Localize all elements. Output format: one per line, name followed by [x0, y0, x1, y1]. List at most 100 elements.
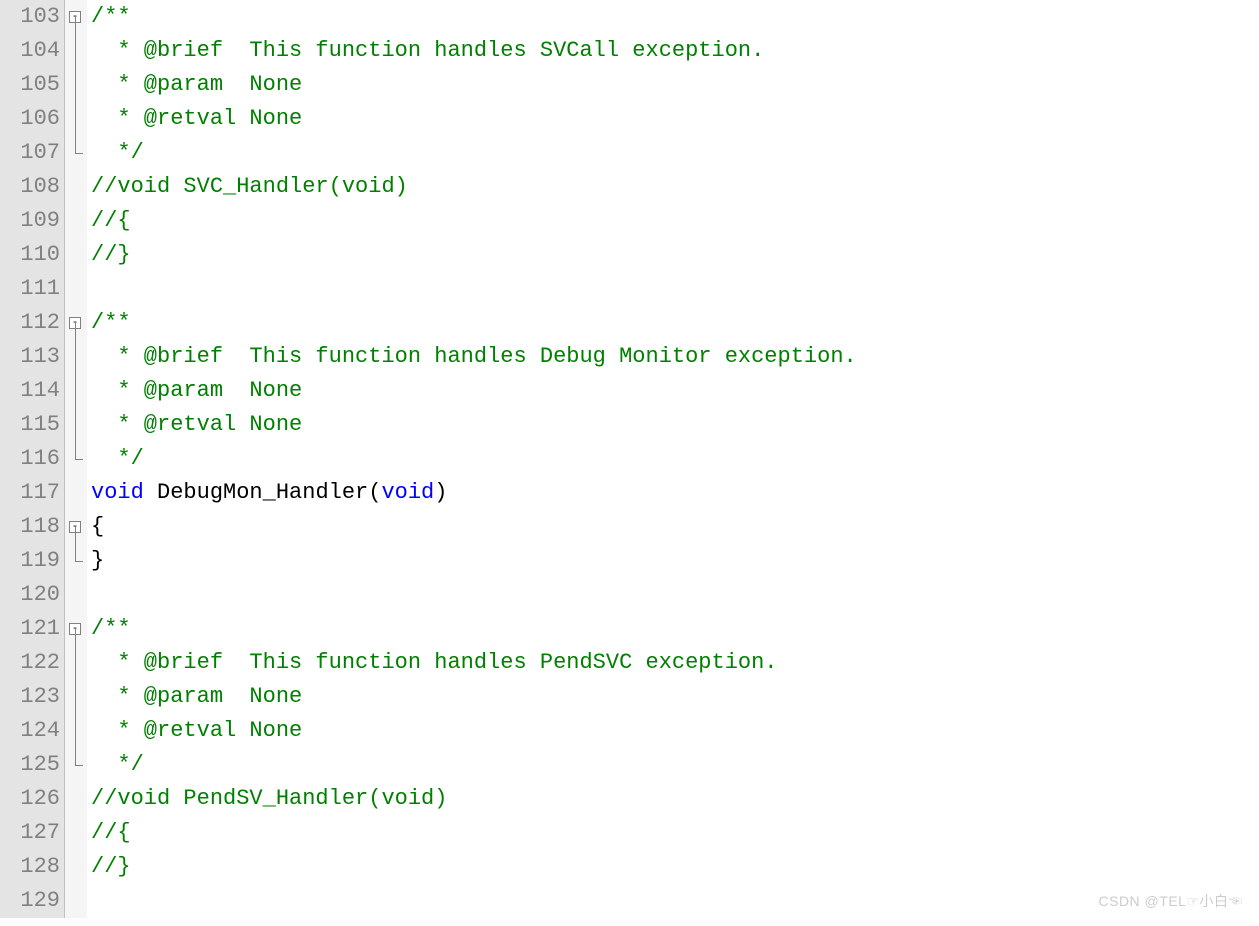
line-number: 116 [0, 442, 65, 476]
line-number: 129 [0, 884, 65, 918]
code-content[interactable]: //{ [87, 816, 131, 850]
fold-gutter[interactable]: - [65, 510, 87, 544]
code-token: * @retval None [91, 408, 302, 442]
line-number: 111 [0, 272, 65, 306]
fold-gutter [65, 714, 87, 748]
fold-gutter [65, 34, 87, 68]
code-line[interactable]: 103-/** [0, 0, 1259, 34]
code-line[interactable]: 129 [0, 884, 1259, 918]
fold-gutter [65, 544, 87, 578]
code-line[interactable]: 110 //} [0, 238, 1259, 272]
code-line[interactable]: 105 * @param None [0, 68, 1259, 102]
code-line[interactable]: 112-/** [0, 306, 1259, 340]
code-content[interactable]: */ [87, 136, 144, 170]
code-content[interactable]: * @param None [87, 68, 302, 102]
code-token: } [91, 544, 104, 578]
line-number: 127 [0, 816, 65, 850]
code-content[interactable] [87, 272, 91, 306]
code-content[interactable]: * @param None [87, 680, 302, 714]
fold-gutter [65, 374, 87, 408]
code-content[interactable] [87, 884, 91, 918]
code-line[interactable]: 124 * @retval None [0, 714, 1259, 748]
code-line[interactable]: 109 //{ [0, 204, 1259, 238]
code-line[interactable]: 121-/** [0, 612, 1259, 646]
code-line[interactable]: 128//} [0, 850, 1259, 884]
line-number: 122 [0, 646, 65, 680]
code-line[interactable]: 123 * @param None [0, 680, 1259, 714]
code-editor[interactable]: CSDN @TEL☞小白☜ 103-/**104 * @brief This f… [0, 0, 1259, 926]
code-line[interactable]: 116 */ [0, 442, 1259, 476]
line-number: 114 [0, 374, 65, 408]
code-line[interactable]: 113 * @brief This function handles Debug… [0, 340, 1259, 374]
code-line[interactable]: 104 * @brief This function handles SVCal… [0, 34, 1259, 68]
line-number: 109 [0, 204, 65, 238]
fold-gutter [65, 646, 87, 680]
code-line[interactable]: 118-{ [0, 510, 1259, 544]
code-token: { [91, 510, 104, 544]
code-line[interactable]: 126//void PendSV_Handler(void) [0, 782, 1259, 816]
code-line[interactable]: 119} [0, 544, 1259, 578]
fold-gutter [65, 238, 87, 272]
code-token: /** [91, 306, 131, 340]
line-number: 119 [0, 544, 65, 578]
code-content[interactable]: { [87, 510, 104, 544]
code-token: * @param None [91, 374, 302, 408]
code-content[interactable]: } [87, 544, 104, 578]
line-number: 123 [0, 680, 65, 714]
fold-gutter[interactable]: - [65, 306, 87, 340]
code-token: * @retval None [91, 714, 302, 748]
line-number: 113 [0, 340, 65, 374]
code-token: void [91, 476, 144, 510]
fold-gutter [65, 680, 87, 714]
code-content[interactable]: //} [87, 850, 131, 884]
line-number: 115 [0, 408, 65, 442]
fold-gutter[interactable]: - [65, 612, 87, 646]
code-token: * @param None [91, 68, 302, 102]
fold-gutter [65, 442, 87, 476]
code-content[interactable]: //void PendSV_Handler(void) [87, 782, 447, 816]
code-content[interactable]: //} [87, 238, 131, 272]
fold-gutter [65, 816, 87, 850]
code-content[interactable]: /** [87, 612, 131, 646]
fold-gutter [65, 578, 87, 612]
code-line[interactable]: 117void DebugMon_Handler(void) [0, 476, 1259, 510]
code-content[interactable] [87, 578, 91, 612]
code-content[interactable]: * @retval None [87, 408, 302, 442]
code-line[interactable]: 115 * @retval None [0, 408, 1259, 442]
code-content[interactable]: /** [87, 306, 131, 340]
code-line[interactable]: 111 [0, 272, 1259, 306]
fold-gutter [65, 170, 87, 204]
code-content[interactable]: */ [87, 442, 144, 476]
code-line[interactable]: 107 */ [0, 136, 1259, 170]
fold-gutter [65, 748, 87, 782]
fold-gutter[interactable]: - [65, 0, 87, 34]
code-content[interactable]: * @retval None [87, 102, 302, 136]
code-content[interactable]: /** [87, 0, 131, 34]
code-content[interactable]: * @brief This function handles SVCall ex… [87, 34, 764, 68]
fold-gutter [65, 340, 87, 374]
code-content[interactable]: //void SVC_Handler(void) [87, 170, 408, 204]
code-content[interactable]: * @brief This function handles PendSVC e… [87, 646, 778, 680]
code-content[interactable]: * @brief This function handles Debug Mon… [87, 340, 857, 374]
code-content[interactable]: */ [87, 748, 144, 782]
code-line[interactable]: 122 * @brief This function handles PendS… [0, 646, 1259, 680]
code-content[interactable]: * @param None [87, 374, 302, 408]
line-number: 107 [0, 136, 65, 170]
code-line[interactable]: 106 * @retval None [0, 102, 1259, 136]
code-content[interactable]: //{ [87, 204, 131, 238]
watermark-text: CSDN @TEL☞小白☜ [1099, 884, 1244, 918]
code-line[interactable]: 114 * @param None [0, 374, 1259, 408]
code-line[interactable]: 120 [0, 578, 1259, 612]
code-token: ) [434, 476, 447, 510]
line-number: 103 [0, 0, 65, 34]
line-number: 110 [0, 238, 65, 272]
code-token: //} [91, 238, 131, 272]
line-number: 104 [0, 34, 65, 68]
code-token: //{ [91, 204, 131, 238]
code-line[interactable]: 127 //{ [0, 816, 1259, 850]
code-line[interactable]: 108//void SVC_Handler(void) [0, 170, 1259, 204]
line-number: 120 [0, 578, 65, 612]
code-content[interactable]: void DebugMon_Handler(void) [87, 476, 447, 510]
code-content[interactable]: * @retval None [87, 714, 302, 748]
code-line[interactable]: 125 */ [0, 748, 1259, 782]
